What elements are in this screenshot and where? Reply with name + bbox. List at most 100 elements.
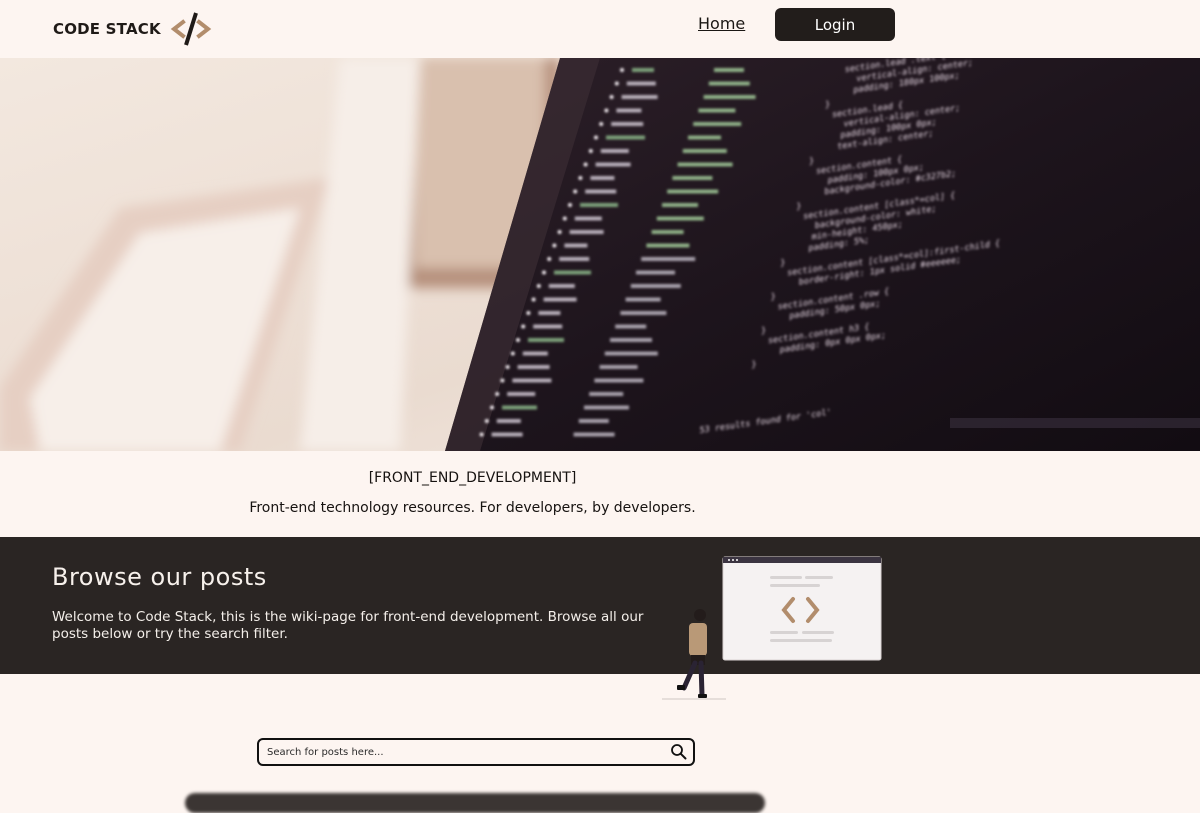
file-tree-entry [512, 378, 552, 383]
category-title: [FRONT_END_DEVELOPMENT] [368, 470, 577, 486]
file-tree-dot [490, 405, 494, 410]
file-tree-entry [677, 162, 733, 167]
file-tree-entry [625, 297, 661, 302]
logo[interactable]: CODE STACK [53, 12, 213, 46]
file-tree-dot [573, 189, 578, 194]
file-tree-entry [569, 230, 604, 234]
file-tree-dot [609, 95, 614, 99]
file-tree-entry [594, 378, 644, 383]
file-tree-dot [614, 81, 619, 86]
tagline-section: [FRONT_END_DEVELOPMENT] Front-end techno… [0, 451, 1200, 537]
file-tree-dot [526, 311, 531, 315]
search-input[interactable] [265, 741, 659, 763]
file-tree-entry [580, 203, 618, 207]
nav-home-link[interactable]: Home [698, 14, 745, 33]
file-tree-dot [588, 149, 593, 153]
code-slash-icon [170, 12, 212, 46]
hero-image: section.lead .text {vertical-align: cent… [0, 58, 1200, 451]
site-header: CODE STACK Home Login [0, 0, 1200, 58]
file-tree-entry [491, 432, 523, 437]
file-tree-entry [496, 419, 521, 423]
file-tree-dot [604, 108, 609, 113]
browse-description: Welcome to Code Stack, this is the wiki-… [52, 609, 644, 642]
laptop-code-photo: section.lead .text {vertical-align: cent… [0, 58, 1200, 451]
file-tree-dot [495, 392, 500, 396]
file-tree-dot [516, 338, 520, 342]
file-tree-entry [636, 270, 675, 275]
file-tree-entry [698, 108, 736, 113]
file-tree-entry [590, 176, 615, 180]
file-tree-entry [543, 297, 577, 302]
file-tree-dot [547, 257, 552, 261]
file-tree-entry [573, 432, 615, 437]
file-tree-dot [583, 162, 588, 167]
file-tree-entry [559, 257, 590, 261]
file-tree-entry [584, 405, 629, 410]
file-tree-entry [548, 284, 575, 288]
file-tree-entry [616, 108, 642, 113]
file-tree-dot [594, 135, 598, 140]
browse-section: Browse our posts Welcome to Code Stack, … [0, 537, 1200, 674]
file-tree-dot [620, 68, 624, 72]
file-tree-dot [510, 351, 515, 356]
file-tree-entry [538, 311, 561, 315]
file-tree-entry [585, 189, 617, 194]
file-tree-dot [557, 230, 562, 234]
file-tree-entry [620, 311, 667, 315]
file-tree-entry [606, 135, 645, 140]
file-tree-dot [505, 365, 510, 369]
magnifier-icon[interactable] [670, 743, 687, 760]
browse-title: Browse our posts [52, 563, 267, 591]
file-tree-entry [646, 243, 690, 248]
file-tree-entry [528, 338, 564, 342]
file-tree-entry [589, 392, 624, 396]
file-tree-entry [651, 230, 684, 234]
file-tree-dot [568, 203, 572, 207]
file-tree-dot [552, 243, 557, 248]
file-tree-entry [517, 365, 550, 369]
post-card-peek [185, 793, 765, 813]
file-tree-entry [656, 216, 704, 221]
file-tree-dot [536, 284, 541, 288]
file-tree-entry [662, 203, 698, 207]
login-button[interactable]: Login [775, 8, 895, 41]
file-tree-dot [599, 122, 604, 126]
file-tree-dot [531, 297, 536, 302]
developer-with-code-window-illustration [662, 556, 882, 700]
file-tree-entry [554, 270, 591, 275]
file-tree-dot [542, 270, 546, 275]
file-tree-entry [688, 135, 721, 140]
file-tree-entry [502, 405, 537, 410]
file-tree-entry [507, 392, 536, 396]
logo-text: CODE STACK [53, 20, 161, 38]
file-tree-dot [479, 432, 484, 437]
file-tree-entry [667, 189, 719, 194]
file-tree-entry [714, 68, 744, 72]
file-tree-entry [599, 365, 638, 369]
file-tree-entry [600, 149, 629, 153]
file-tree-entry [632, 68, 654, 72]
file-tree-entry [522, 351, 548, 356]
file-tree-dot [562, 216, 567, 221]
file-tree-entry [615, 324, 647, 329]
file-tree-entry [604, 351, 658, 356]
file-tree-dot [484, 419, 489, 423]
file-tree-entry [626, 81, 656, 86]
file-tree-entry [703, 95, 756, 99]
file-tree-dot [500, 378, 505, 383]
file-tree-entry [693, 122, 742, 126]
category-subtitle: Front-end technology resources. For deve… [249, 500, 696, 516]
file-tree-entry [708, 81, 750, 86]
file-tree-entry [574, 216, 602, 221]
file-tree-entry [641, 257, 696, 261]
file-tree-entry [578, 419, 609, 423]
file-tree-entry [682, 149, 727, 153]
file-tree-entry [672, 176, 713, 180]
file-tree-entry [610, 338, 652, 342]
file-tree-entry [564, 243, 588, 248]
file-tree-entry [630, 284, 681, 288]
file-tree-dot [521, 324, 526, 329]
file-tree-entry [611, 122, 644, 126]
file-tree-entry [595, 162, 631, 167]
file-tree-dot [578, 176, 583, 180]
